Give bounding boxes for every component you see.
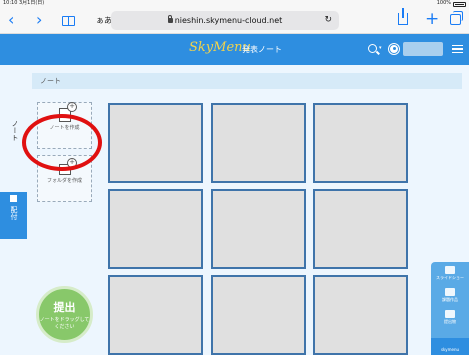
distribute-icon (10, 195, 17, 202)
lock-icon (167, 15, 173, 23)
slideshow-icon (445, 266, 455, 274)
note-thumbnail[interactable] (313, 189, 408, 269)
user-avatar[interactable] (389, 44, 399, 54)
rail-distribute-label: 配付 (10, 206, 18, 220)
submit-hint: ノートをドラッグしてください (39, 317, 90, 330)
status-time: 10:10 3月1日(日) (3, 0, 45, 6)
share-icon[interactable] (398, 8, 408, 25)
new-tab-button[interactable]: + (425, 7, 439, 32)
note-thumbnail[interactable] (108, 189, 203, 269)
search-dropdown-caret[interactable]: ▾ (379, 45, 382, 51)
works-button[interactable]: 課題作品 (431, 288, 469, 303)
right-rail-bottom-label: skymenu (440, 347, 460, 352)
slideshow-label: スライドショー (436, 275, 464, 280)
note-thumbnail[interactable] (313, 275, 408, 355)
search-icon[interactable] (368, 44, 377, 53)
slideshow-button[interactable]: スライドショー (431, 266, 469, 281)
url-text: nieshin.skymenu-cloud.net (174, 16, 283, 25)
note-thumbnail[interactable] (313, 103, 408, 183)
browser-toolbar: ‹ › ぁあ nieshin.skymenu-cloud.net ↻ + (0, 7, 469, 34)
hamburger-menu-icon[interactable] (452, 45, 463, 53)
app-title: 発表ノート (242, 45, 282, 54)
url-display[interactable]: nieshin.skymenu-cloud.net (111, 11, 339, 30)
bookmarks-icon[interactable] (62, 16, 75, 26)
right-rail-bottom[interactable]: skymenu (431, 338, 469, 355)
forward-button[interactable]: › (36, 7, 42, 34)
note-thumbnail[interactable] (211, 189, 306, 269)
battery-percent: 100% (436, 0, 451, 6)
note-thumbnail[interactable] (211, 275, 306, 355)
highlight-circle-annotation (22, 114, 102, 171)
back-button[interactable]: ‹ (8, 7, 14, 34)
works-label: 課題作品 (442, 297, 458, 302)
materials-label: 提出物 (444, 319, 456, 324)
status-bar: 10:10 3月1日(日) 100% (0, 0, 469, 7)
materials-button[interactable]: 提出物 (431, 310, 469, 325)
breadcrumb-label: ノート (40, 77, 61, 85)
works-icon (445, 288, 455, 296)
reload-button[interactable]: ↻ (324, 15, 332, 25)
create-folder-label: フォルダを作成 (46, 178, 82, 184)
breadcrumb: ノート (32, 73, 462, 89)
rail-note-label: ノート (11, 120, 19, 141)
note-thumbnail[interactable] (108, 275, 203, 355)
address-bar[interactable]: nieshin.skymenu-cloud.net ↻ (111, 11, 339, 30)
submit-title: 提出 (53, 301, 76, 314)
note-thumbnail[interactable] (108, 103, 203, 183)
tabs-icon[interactable] (450, 11, 463, 25)
app-header: SkyMenu 発表ノート ▾ (0, 34, 469, 65)
text-size-button[interactable]: ぁあ (96, 15, 112, 26)
user-name-redacted[interactable] (403, 42, 443, 56)
battery-icon (453, 1, 466, 7)
materials-icon (445, 310, 455, 318)
note-thumbnail[interactable] (211, 103, 306, 183)
submit-drop-target[interactable]: 提出 ノートをドラッグしてください (36, 286, 93, 343)
rail-distribute-tab[interactable]: 配付 (0, 192, 27, 239)
